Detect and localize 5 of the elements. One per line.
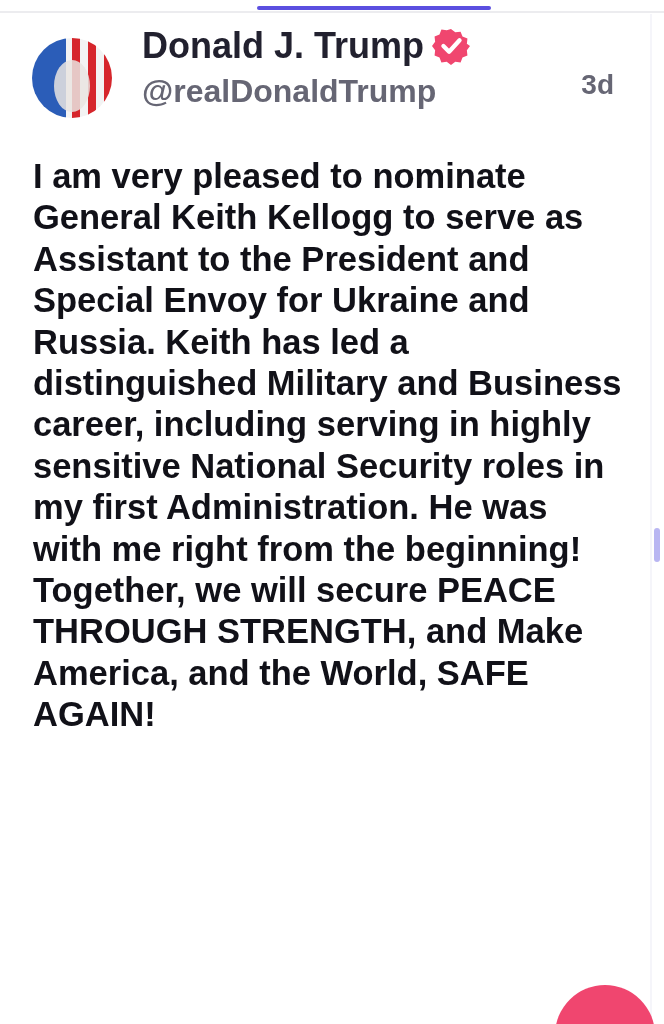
post-time: 3d (581, 69, 614, 101)
post-text: I am very pleased to nominate General Keith Kellogg to serve as Assistant to the President and Special Envoy for Ukraine and Russia. Keith has led a distinguished Military and Business career, including serving in highly sensitive National Security roles in my first Administration. He was with me right from the beginning! Together, we will secure PEACE THROUGH STRENGTH, and Make America, and the World, SAFE AGAIN! (33, 156, 623, 736)
user-handle[interactable]: @realDonaldTrump (142, 73, 471, 110)
scrollbar-thumb[interactable] (654, 528, 660, 562)
author-name[interactable]: Donald J. Trump (142, 25, 425, 67)
